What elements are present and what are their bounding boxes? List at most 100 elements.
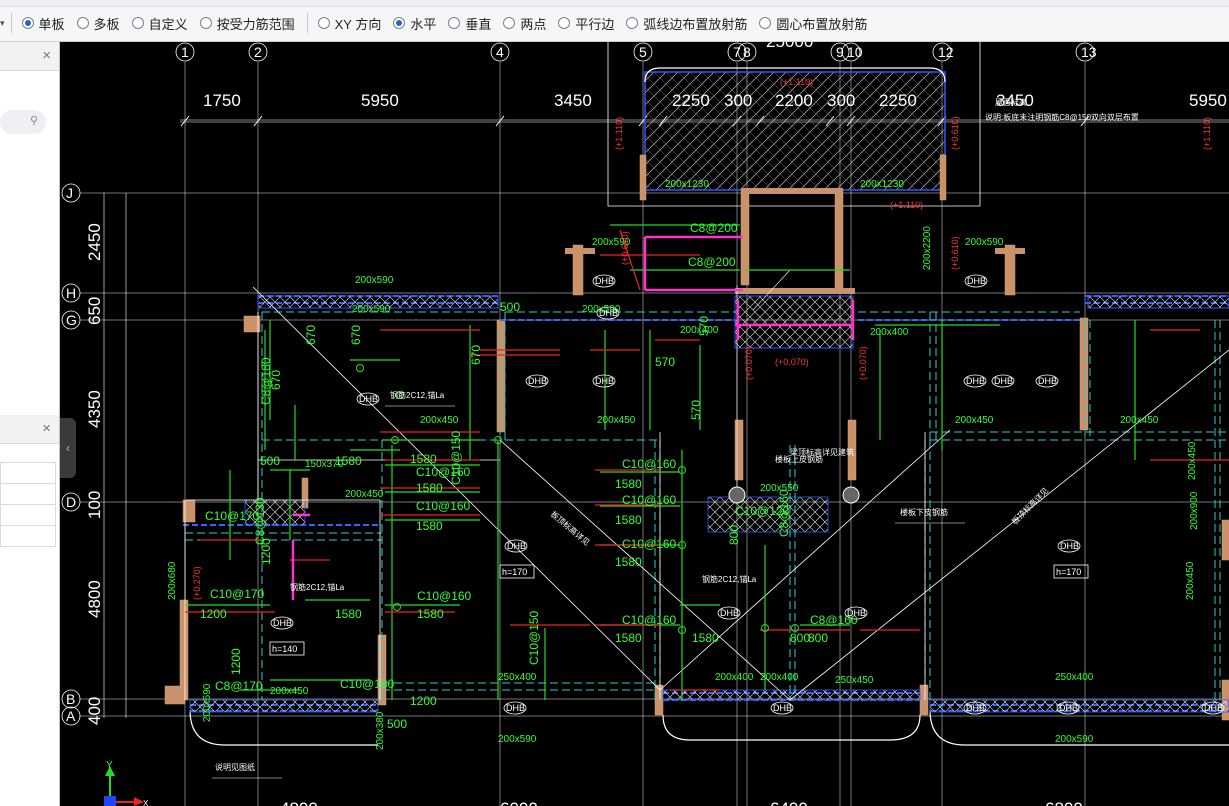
radio-button[interactable] — [21, 17, 34, 29]
panel-header-1: × — [0, 42, 59, 71]
property-row[interactable] — [0, 462, 56, 484]
section-label: 250x400 — [498, 672, 537, 683]
dimension-label: 670 — [269, 370, 283, 390]
rebar-label: C10@160 — [622, 613, 677, 627]
radio-option-3[interactable]: 按受力筋范围 — [199, 14, 295, 33]
section-label: 200x400 — [870, 327, 909, 338]
radio-button[interactable] — [199, 17, 212, 29]
section-label: 200x590 — [965, 237, 1004, 248]
section-label: 200x450 — [1120, 415, 1159, 426]
slab-tag: DHB — [966, 703, 985, 713]
elevation-label: (+0.270) — [192, 566, 202, 600]
dimension-label: 1580 — [692, 631, 719, 645]
slab-diagonal — [499, 439, 791, 701]
toolbar-top-strip — [0, 0, 1229, 7]
note-text: 钢筋2C12,锚La — [390, 390, 445, 400]
radio-option-2[interactable]: 自定义 — [131, 14, 188, 33]
section-label: 200x590 — [202, 683, 213, 722]
dimension-text: 5950 — [1189, 91, 1227, 110]
dimension-label: 1580 — [615, 631, 642, 645]
dimension-text: 6800 — [1045, 799, 1083, 806]
dimension-text: 650 — [85, 297, 104, 325]
column-marker — [842, 486, 860, 504]
radio-button[interactable] — [393, 17, 406, 29]
radio-button[interactable] — [317, 17, 330, 29]
dimension-label: 1580 — [615, 513, 642, 527]
section-label: 200x1230 — [665, 179, 709, 190]
dimension-label: 500 — [387, 717, 407, 731]
slab-diagonal — [789, 349, 1229, 701]
radio-label: 水平 — [410, 16, 437, 32]
wall-column — [179, 599, 189, 701]
rebar-label: C10@160 — [416, 499, 471, 513]
radio-option-8[interactable]: 平行边 — [558, 14, 614, 33]
section-label: 200x450 — [420, 415, 459, 426]
radio-button[interactable] — [131, 17, 144, 29]
radio-option-1[interactable]: 多板 — [76, 14, 120, 33]
note-text: 说明见图纸 — [215, 762, 255, 772]
section-label: 200x400 — [760, 672, 799, 683]
radio-option-9[interactable]: 弧线边布置放射筋 — [626, 14, 747, 33]
axis-label: 4 — [496, 44, 504, 60]
radio-option-4[interactable]: XY 方向 — [317, 14, 381, 33]
dimension-label: 570 — [689, 400, 703, 420]
radio-label: 平行边 — [575, 16, 615, 32]
property-row[interactable] — [0, 483, 56, 505]
slab-tag: DHB — [599, 308, 618, 318]
radio-option-6[interactable]: 垂直 — [448, 14, 491, 33]
section-label: 200x380 — [375, 711, 386, 750]
radio-option-5[interactable]: 水平 — [393, 14, 436, 33]
dimension-label: 670 — [469, 345, 483, 365]
axis-label: J — [66, 185, 73, 201]
dimension-label: 1580 — [417, 607, 444, 621]
dimension-text: 2450 — [85, 223, 104, 261]
panel-collapse-toggle[interactable]: ‹ — [60, 418, 76, 478]
cad-drawing-canvas[interactable]: 1 2 4 5 7 8 9 10 12 13JHGDBA1750 5950 3450 2250 300 22… — [60, 42, 1229, 806]
section-label: 250x400 — [1055, 672, 1094, 683]
radio-option-10[interactable]: 圆心布置放射筋 — [759, 14, 867, 33]
rebar-label: C10@160 — [622, 537, 677, 551]
dimension-label: 670 — [349, 325, 363, 345]
axis-label: 10 — [847, 44, 863, 60]
radio-button[interactable] — [76, 17, 89, 29]
slab-tag: DHB — [967, 276, 986, 286]
dimension-text: 2250 — [879, 91, 917, 110]
close-icon[interactable]: × — [42, 47, 51, 64]
note-text: 钢筋2C12,锚La — [702, 574, 757, 584]
radio-button[interactable] — [759, 17, 772, 29]
balcony-slab — [644, 71, 946, 191]
property-row[interactable] — [0, 525, 56, 547]
dimension-label: 570 — [655, 355, 675, 369]
close-icon[interactable]: × — [42, 420, 51, 437]
toolbar-separator — [306, 13, 308, 33]
radio-button[interactable] — [558, 17, 571, 29]
ucs-y-label: Y — [106, 760, 113, 771]
section-label: 200x900 — [1189, 491, 1200, 530]
thickness-label: h=170 — [1056, 567, 1081, 577]
elevation-label: (+0.070) — [775, 357, 809, 367]
note-text: 楼板上皮钢筋 — [775, 454, 823, 464]
radio-label: 垂直 — [465, 16, 492, 32]
elevation-label: (+0.070) — [858, 346, 868, 380]
option-toolbar: ▾ 单板 多板 自定义 按受力筋范围 XY 方向 水平 垂直 两点 平行边 弧线边布置放射筋 圆心布置… — [0, 0, 1229, 42]
property-row[interactable] — [0, 504, 56, 526]
slab-tag: DHB — [1204, 703, 1223, 713]
panel-search-box[interactable]: ⚲ — [0, 110, 46, 134]
slab-tag: DHB — [1059, 703, 1078, 713]
rebar-label: C10@170 — [205, 509, 260, 523]
section-label: 200x590 — [1055, 734, 1094, 745]
axis-label: H — [66, 285, 76, 301]
radio-option-7[interactable]: 两点 — [503, 14, 546, 33]
radio-button[interactable] — [448, 17, 461, 29]
chevron-down-icon[interactable]: ▾ — [0, 18, 5, 29]
rebar-layout-options: ▾ 单板 多板 自定义 按受力筋范围 XY 方向 水平 垂直 两点 平行边 弧线边布置放射筋 圆心布置… — [0, 11, 879, 35]
radio-button[interactable] — [503, 17, 516, 29]
axis-label: 8 — [743, 44, 751, 60]
radio-option-0[interactable]: 单板 — [21, 14, 65, 33]
wall-column — [1079, 317, 1089, 431]
radio-label: 单板 — [38, 16, 65, 32]
dimension-label: 1200 — [200, 607, 227, 621]
radio-button[interactable] — [626, 17, 639, 29]
rebar-label: C10@150 — [449, 430, 463, 485]
elevation-label: (+0.610) — [620, 231, 630, 265]
